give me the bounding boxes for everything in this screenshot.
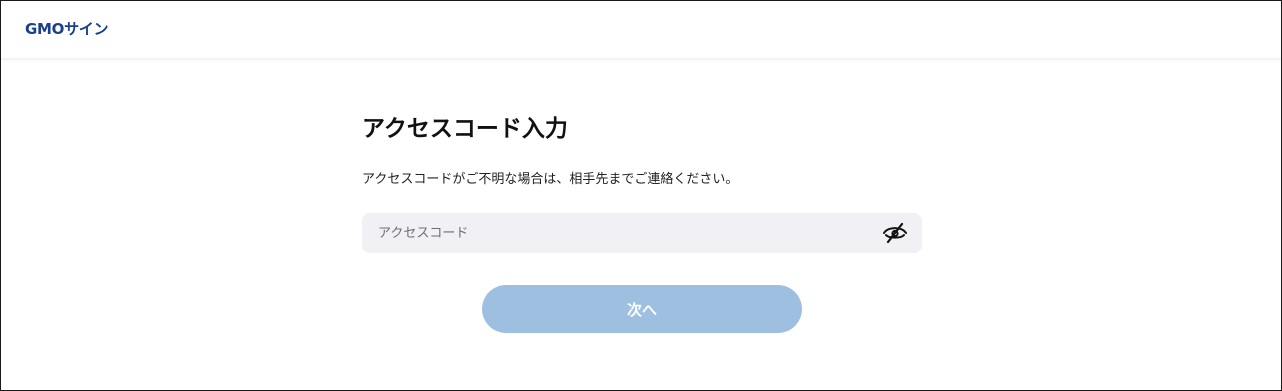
instruction-text: アクセスコードがご不明な場合は、相手先までご連絡ください。 [362,172,739,187]
access-code-field [362,213,922,253]
next-button[interactable]: 次へ [482,285,802,333]
app-window: GMOサイン アクセスコード入力 アクセスコードがご不明な場合は、相手先までご連… [0,0,1282,391]
top-header: GMOサイン [1,1,1281,59]
access-code-input[interactable] [362,213,862,253]
gmo-sign-logo[interactable]: GMOサイン [25,20,109,38]
eye-off-icon[interactable] [882,222,908,244]
page-title: アクセスコード入力 [362,116,568,142]
